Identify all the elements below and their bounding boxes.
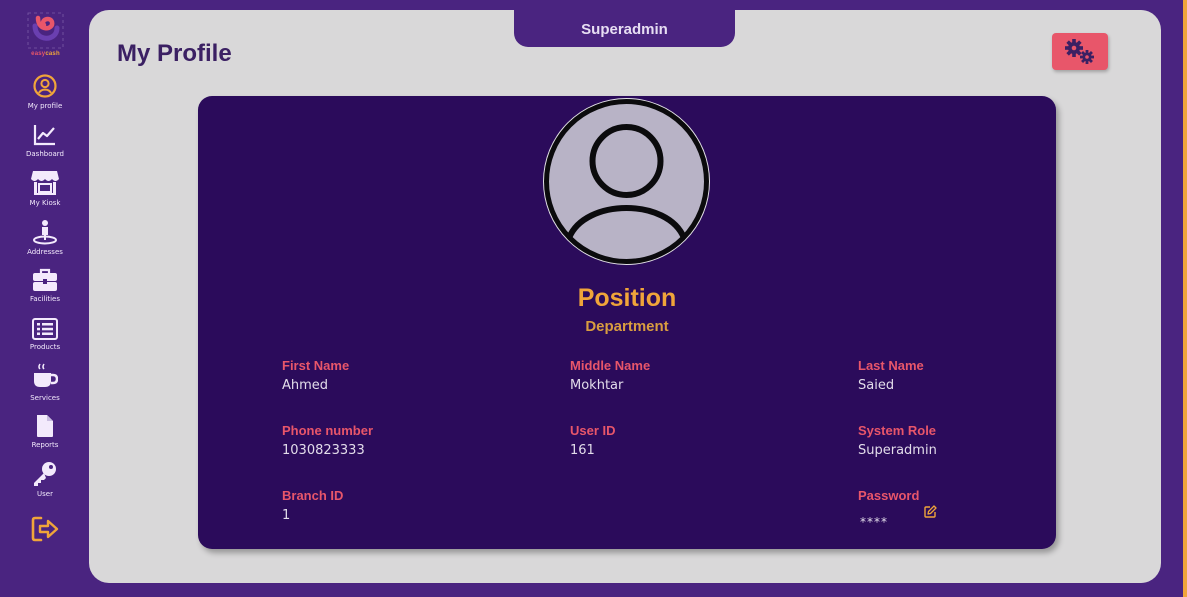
line-chart-icon: [33, 125, 55, 146]
field-value: Ahmed: [282, 378, 329, 393]
field-label: System Role: [858, 423, 937, 438]
logout-button[interactable]: [31, 516, 59, 547]
sidebar-item-addresses[interactable]: Addresses: [0, 219, 90, 256]
field-label: Password: [858, 488, 920, 503]
field-label: Middle Name: [570, 358, 651, 373]
sidebar-item-my-profile[interactable]: My profile: [0, 73, 90, 110]
field-label: Last Name: [858, 358, 924, 373]
sidebar-item-user[interactable]: User: [0, 461, 90, 498]
field-value: 161: [570, 443, 595, 458]
first-name-field: First Name Ahmed: [282, 358, 349, 393]
field-label: Phone number: [282, 423, 374, 438]
user-circle-icon: [33, 74, 57, 98]
page-title: My Profile: [117, 40, 232, 67]
sidebar-item-label: My profile: [27, 102, 63, 110]
file-icon: [37, 415, 53, 437]
edit-icon: [924, 505, 937, 518]
location-person-icon: [33, 220, 57, 245]
sidebar-item-services[interactable]: Services: [0, 363, 90, 402]
sidebar-item-label: My Kiosk: [29, 199, 61, 207]
sidebar-item-facilities[interactable]: Facilities: [0, 268, 90, 303]
branch-id-field: Branch ID 1: [282, 488, 343, 523]
field-label: First Name: [282, 358, 350, 373]
field-value: ****: [860, 515, 888, 529]
sidebar: easycash My profile Dashboard My Kiosk A…: [0, 0, 90, 597]
sidebar-item-products[interactable]: Products: [0, 318, 90, 351]
avatar-placeholder-icon: [544, 99, 709, 264]
field-label: User ID: [570, 423, 616, 438]
field-value: Mokhtar: [570, 378, 624, 393]
logout-icon: [31, 516, 59, 542]
sidebar-item-label: User: [37, 490, 53, 498]
avatar: [543, 98, 710, 265]
sidebar-item-label: Addresses: [27, 248, 63, 256]
sidebar-item-reports[interactable]: Reports: [0, 414, 90, 449]
system-role-field: System Role Superadmin: [858, 423, 937, 458]
store-icon: [31, 171, 59, 195]
briefcase-icon: [33, 268, 57, 291]
user-id-field: User ID 161: [570, 423, 616, 458]
field-value: 1: [282, 508, 291, 523]
role-tab: Superadmin: [514, 10, 735, 47]
middle-name-field: Middle Name Mokhtar: [570, 358, 650, 393]
key-icon: [34, 462, 56, 486]
gears-icon: [1065, 38, 1094, 64]
field-value: 1030823333: [282, 443, 365, 458]
coffee-cup-icon: [34, 363, 58, 387]
sidebar-item-label: Facilities: [30, 295, 60, 303]
list-icon: [32, 318, 58, 340]
logo-text-cash: cash: [45, 51, 60, 57]
field-value: Saied: [858, 378, 895, 393]
position-title: Position: [577, 284, 677, 312]
logo-text-easy: easy: [31, 51, 46, 57]
easycash-logo[interactable]: easycash: [27, 12, 64, 60]
profile-card: Position Department First Name Ahmed Mid…: [198, 96, 1056, 549]
settings-button[interactable]: [1052, 33, 1108, 70]
main-panel: Superadmin My Profile Position Departmen…: [89, 10, 1161, 583]
logo-icon: [27, 12, 64, 49]
sidebar-item-label: Reports: [31, 441, 59, 449]
last-name-field: Last Name Saied: [858, 358, 924, 393]
sidebar-item-label: Products: [29, 343, 61, 351]
sidebar-item-label: Services: [30, 394, 60, 402]
field-label: Branch ID: [282, 488, 344, 503]
sidebar-item-my-kiosk[interactable]: My Kiosk: [0, 170, 90, 207]
sidebar-item-dashboard[interactable]: Dashboard: [0, 123, 90, 158]
edit-password-button[interactable]: [924, 505, 937, 523]
password-field: Password ****: [858, 488, 937, 529]
department-subtitle: Department: [585, 318, 669, 335]
phone-number-field: Phone number 1030823333: [282, 423, 373, 458]
window-edge: [1183, 0, 1187, 597]
field-value: Superadmin: [858, 443, 937, 458]
sidebar-item-label: Dashboard: [26, 150, 64, 158]
